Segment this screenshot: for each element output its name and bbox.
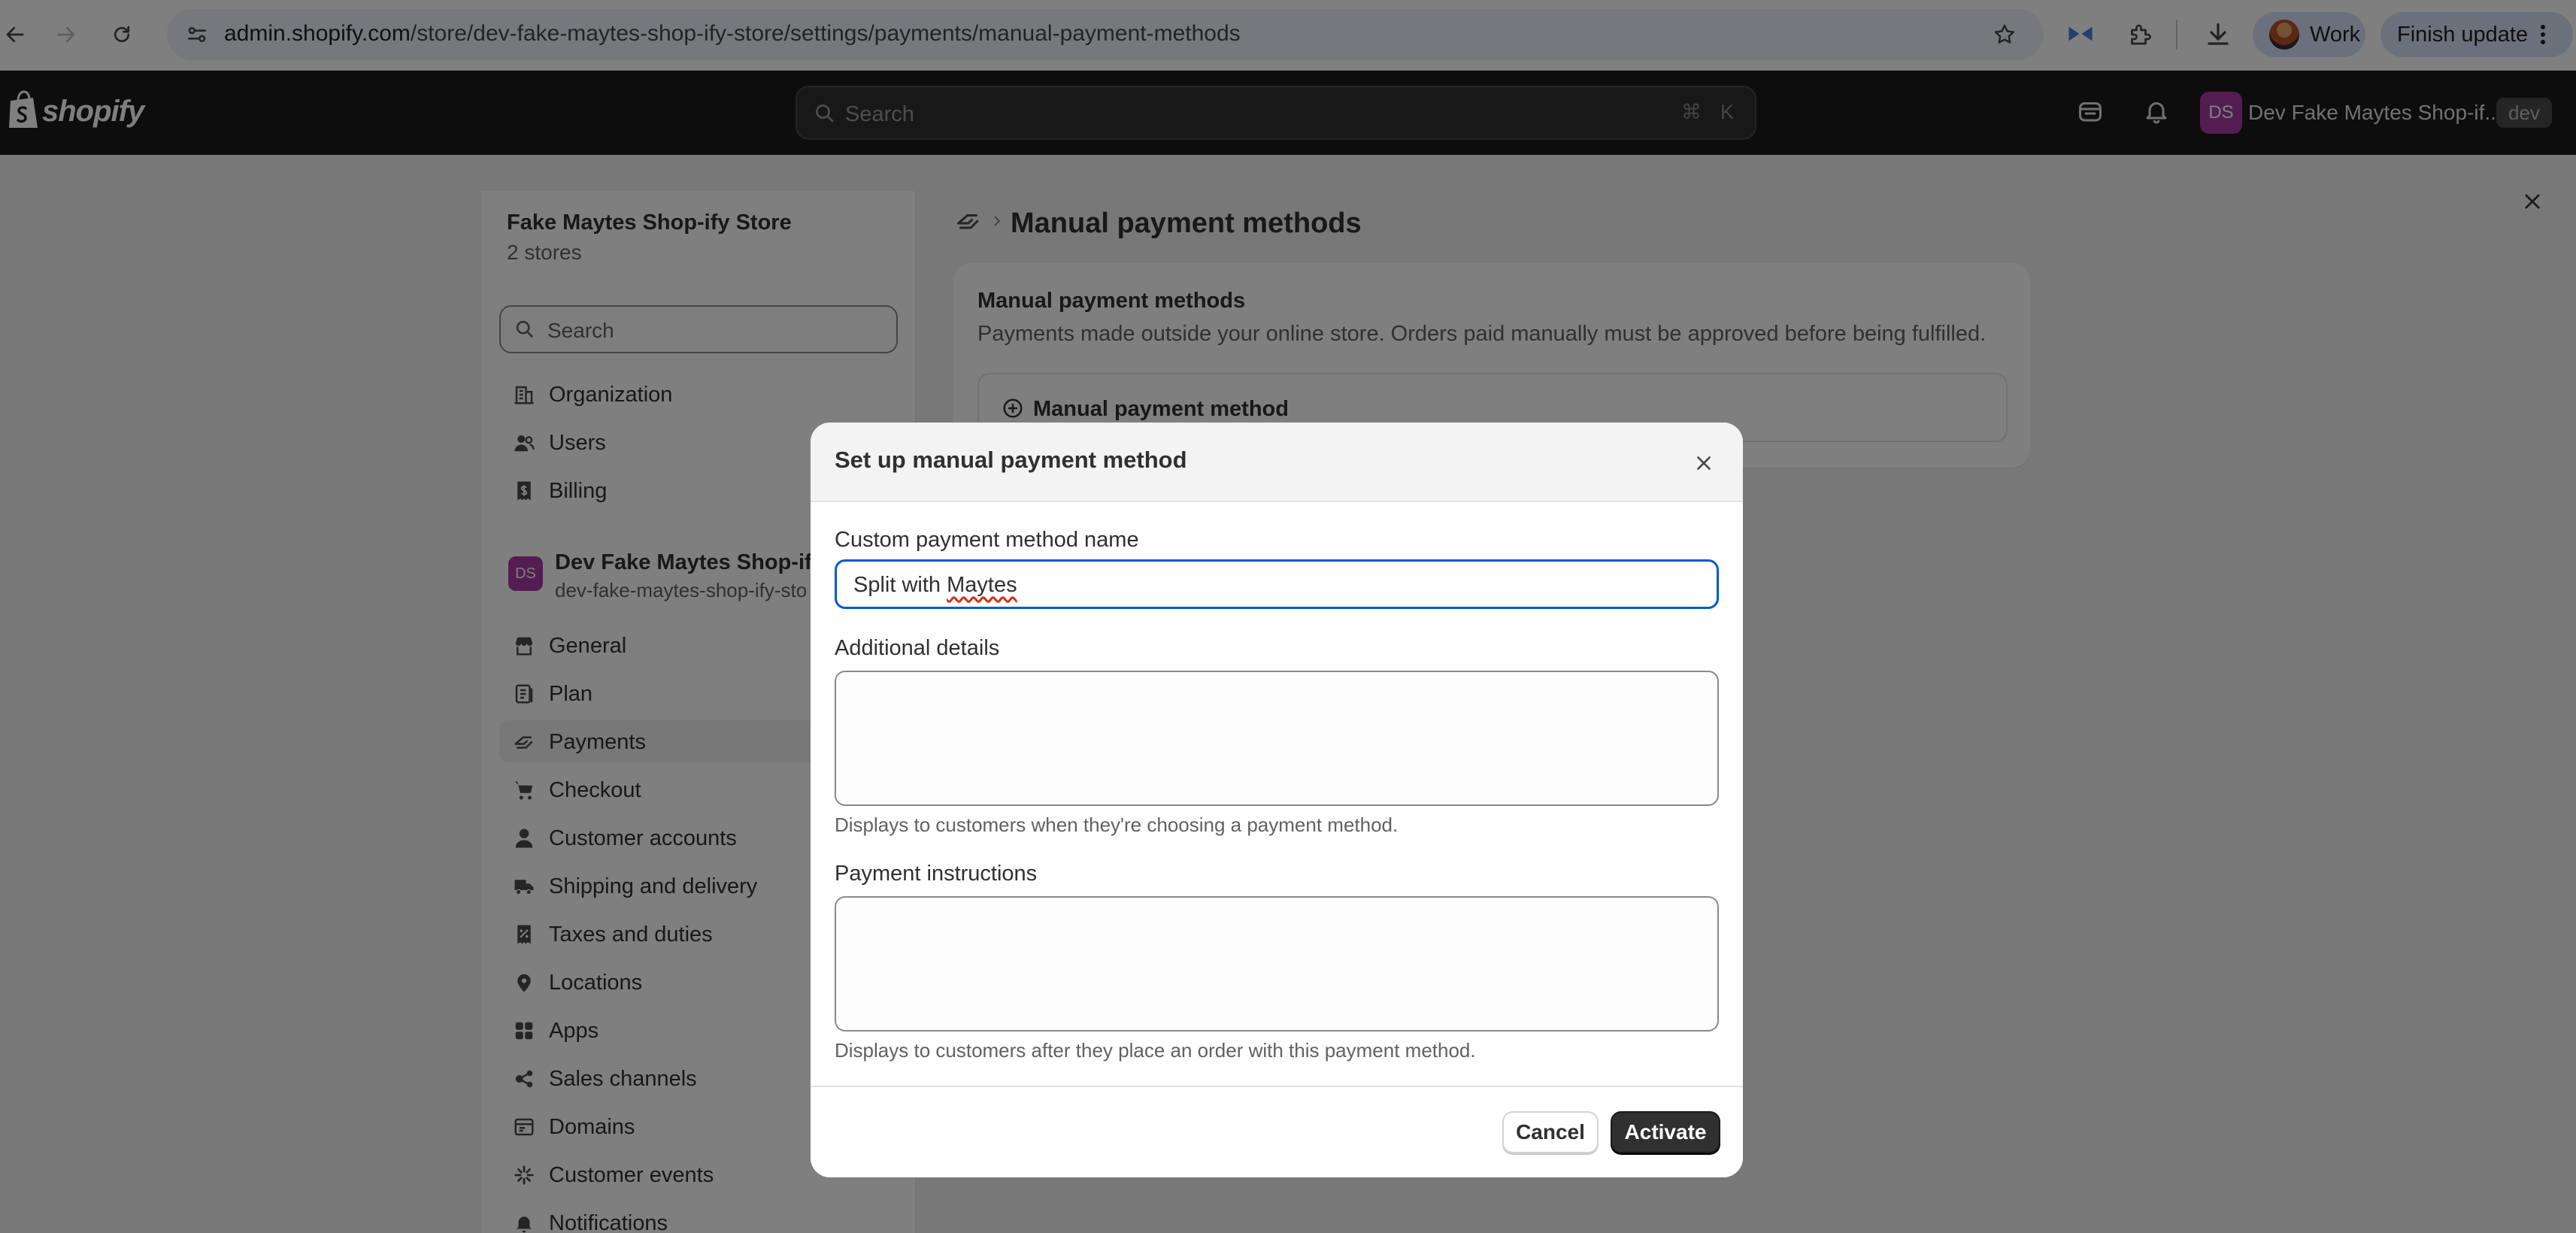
details-help-text: Displays to customers when they're choos… (835, 813, 1399, 836)
activate-button[interactable]: Activate (1611, 1111, 1720, 1153)
cancel-button[interactable]: Cancel (1502, 1111, 1599, 1153)
manual-payment-modal: Set up manual payment method Custom paym… (811, 423, 1743, 1177)
payment-method-name-input[interactable]: Split with Maytes (835, 559, 1719, 609)
name-value-misspelled-word: Maytes (947, 573, 1017, 597)
payment-instructions-textarea[interactable] (835, 896, 1719, 1032)
instructions-field-label: Payment instructions (835, 862, 1038, 886)
details-field-label: Additional details (835, 636, 1000, 660)
close-settings-button[interactable] (2508, 177, 2556, 226)
close-icon (1697, 456, 1711, 470)
name-input-value: Split with Maytes (853, 573, 1017, 598)
instructions-help-text: Displays to customers after they place a… (835, 1039, 1476, 1062)
close-icon (2525, 194, 2540, 209)
modal-footer (811, 1086, 1743, 1177)
name-field-label: Custom payment method name (835, 528, 1139, 552)
modal-close-button[interactable] (1686, 445, 1722, 481)
name-value-text: Split with (853, 573, 947, 597)
modal-title: Set up manual payment method (835, 447, 1187, 473)
modal-header: Set up manual payment method (811, 423, 1743, 502)
additional-details-textarea[interactable] (835, 671, 1719, 806)
